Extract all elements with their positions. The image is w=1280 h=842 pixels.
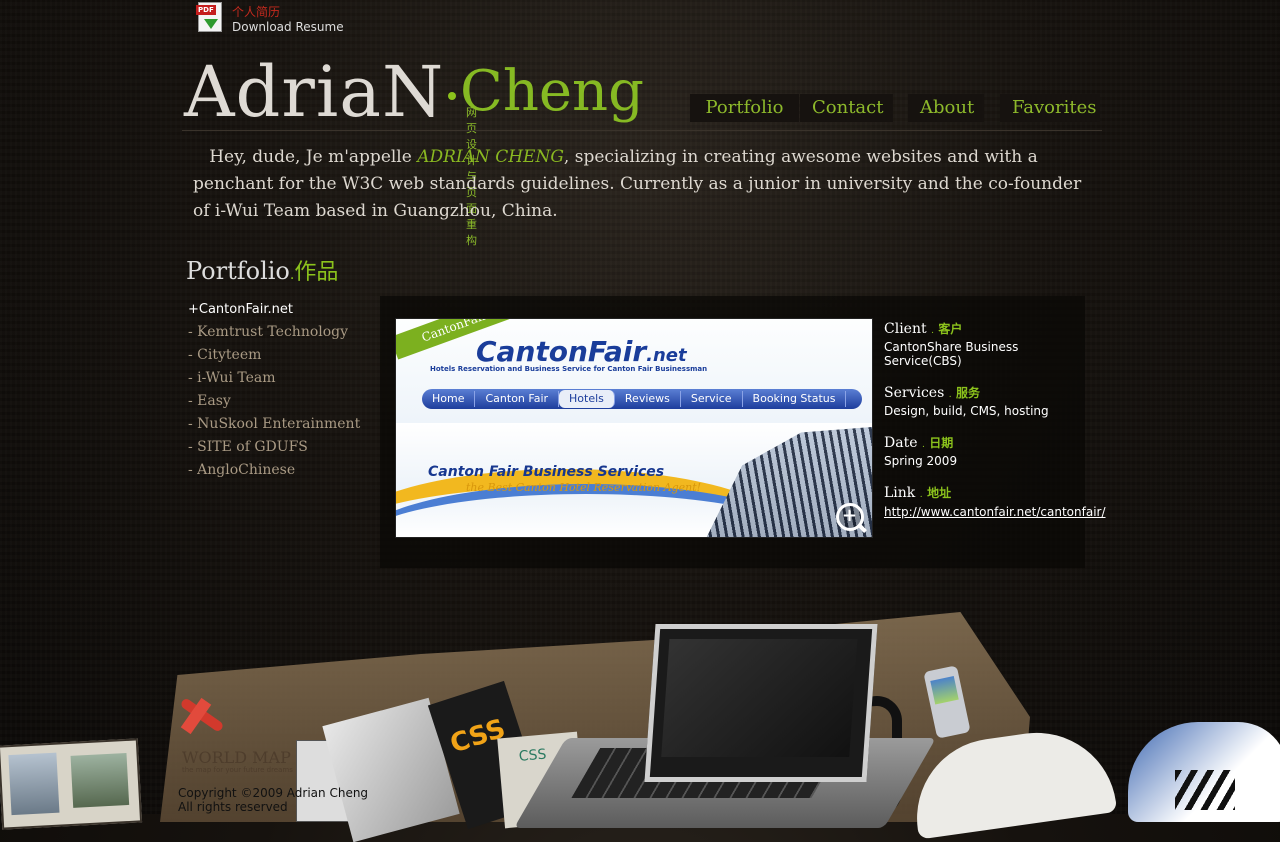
download-resume-link[interactable]: PDF 个人简历 Download Resume [196,2,344,35]
logo-last-name: Cheng [460,59,644,124]
map-title: WORLD MAP [182,748,291,767]
site-logo[interactable]: AdriaN Cheng 网页设计与页面重构 [184,51,644,247]
resume-title-cn: 个人简历 [232,5,281,19]
pdf-download-icon: PDF [196,2,226,35]
logo-dot [448,92,456,100]
project-screenshot[interactable]: CantonFair.net CantonFair.net Hotels Res… [395,318,873,538]
project-details: Client . 客户 CantonShare Business Service… [884,320,1106,536]
map-subtitle: the map for your future dreams [182,766,293,774]
photo-album-decoration [0,738,143,830]
nav-about[interactable]: About [908,94,984,122]
screenshot-brand: CantonFair.net [476,335,687,368]
project-item-gdufs[interactable]: - SITE of GDUFS [188,436,378,459]
intro-text: Hey, dude, Je m'appelle ADRIAN CHENG, sp… [193,147,1082,221]
project-item-nuskool[interactable]: - NuSkool Enterainment [188,413,378,436]
intro-name-highlight: ADRIAN CHENG [417,147,564,167]
client-block: Client . 客户 CantonShare Business Service… [884,320,1099,368]
paper-plane-icon [168,690,228,740]
client-value: CantonShare Business Service(CBS) [884,340,1019,368]
logo-first-name: AdriaN [184,51,445,133]
resume-title-en: Download Resume [232,20,344,34]
project-item-cantonfair[interactable]: +CantonFair.net [188,298,378,321]
footer-copyright: Copyright ©2009 Adrian Cheng All rights … [178,786,369,814]
screenshot-headline: Canton Fair Business Services [428,464,665,480]
portfolio-heading: Portfolio.作品 [186,257,339,285]
services-value: Design, build, CMS, hosting [884,404,1049,418]
project-item-anglochinese[interactable]: - AngloChinese [188,459,378,482]
laptop-screen-decoration [644,624,878,782]
project-list: +CantonFair.net - Kemtrust Technology - … [188,298,378,482]
project-link[interactable]: http://www.cantonfair.net/cantonfair/ [884,505,1106,519]
nav-contact[interactable]: Contact [800,94,893,122]
project-item-easy[interactable]: - Easy [188,390,378,413]
zoom-plus-icon: + [842,505,858,526]
services-block: Services . 服务 Design, build, CMS, hostin… [884,384,1099,418]
header-divider [182,130,1102,131]
date-block: Date . 日期 Spring 2009 [884,434,1099,468]
screenshot-tagline: Hotels Reservation and Business Service … [430,365,708,373]
nav-portfolio[interactable]: Portfolio [690,94,799,122]
link-block: Link . 地址 http://www.cantonfair.net/cant… [884,485,1106,519]
project-item-cityteem[interactable]: - Cityteem [188,344,378,367]
date-value: Spring 2009 [884,454,958,468]
screenshot-nav: Home Canton Fair Hotels Reviews Service … [422,389,862,409]
screenshot-subline: the Best Canton Hotel Reservation Agent! [466,481,702,494]
project-item-iwui[interactable]: - i-Wui Team [188,367,378,390]
project-item-kemtrust[interactable]: - Kemtrust Technology [188,321,378,344]
nav-favorites[interactable]: Favorites [1000,94,1100,122]
